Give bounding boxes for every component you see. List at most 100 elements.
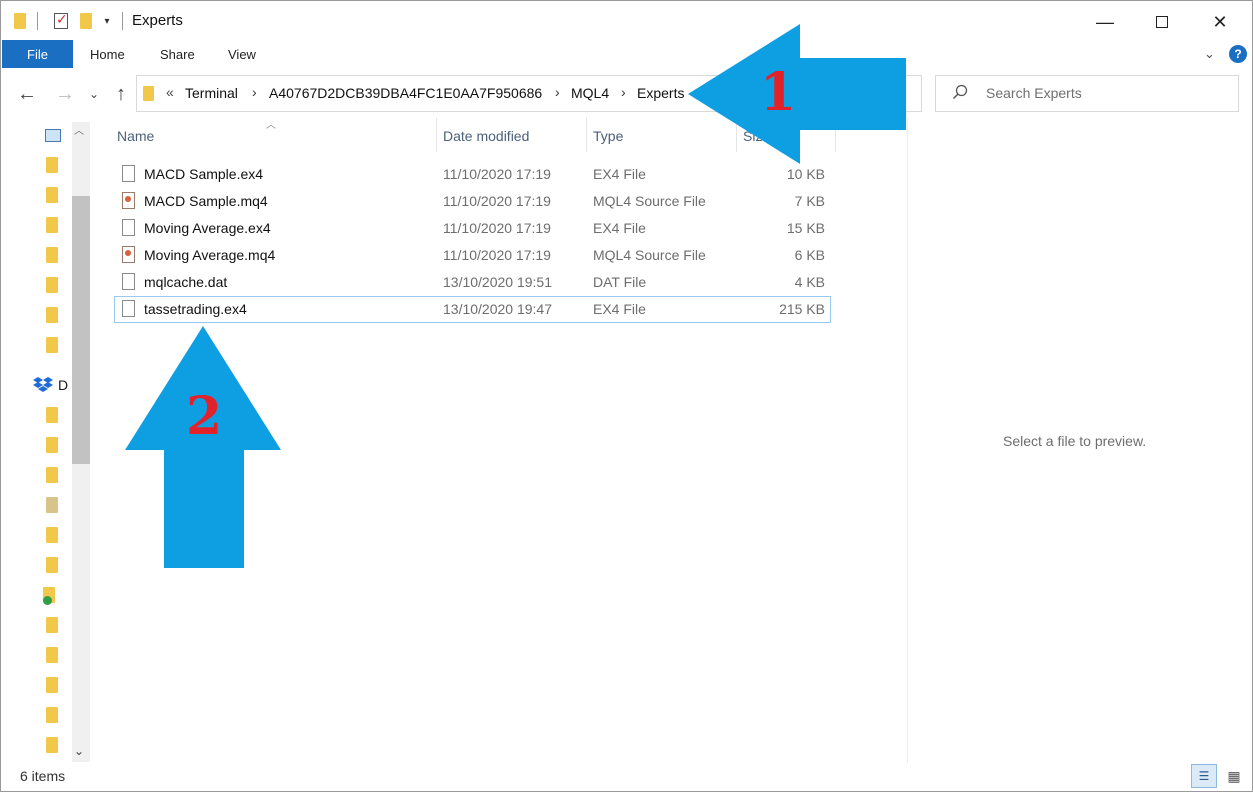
nav-shared-folder-icon[interactable] <box>46 557 58 573</box>
file-type: EX4 File <box>593 166 646 182</box>
scroll-down-icon[interactable]: ⌄ <box>74 744 84 758</box>
nav-folder-icon[interactable] <box>46 407 58 423</box>
scroll-up-icon[interactable]: ︿ <box>74 122 84 137</box>
file-row[interactable]: MACD Sample.ex4 11/10/2020 17:19 EX4 Fil… <box>114 161 831 188</box>
breadcrumb-terminal[interactable]: Terminal <box>185 85 238 101</box>
file-name: tassetrading.ex4 <box>144 301 247 317</box>
breadcrumb-chevron-icon[interactable]: › <box>252 84 257 100</box>
annotation-number-2: 2 <box>186 386 223 447</box>
column-divider[interactable] <box>586 118 587 152</box>
annotation-arrow-up <box>125 326 281 568</box>
file-size: 10 KB <box>786 166 825 182</box>
tab-view[interactable]: View <box>228 40 256 68</box>
large-icons-view-icon[interactable]: ▦ <box>1221 764 1247 788</box>
new-folder-icon[interactable] <box>78 11 94 31</box>
file-icon <box>122 273 135 290</box>
breadcrumb-terminal-id[interactable]: A40767D2DCB39DBA4FC1E0AA7F950686 <box>269 85 542 101</box>
file-icon <box>122 165 135 182</box>
nav-folder-icon[interactable] <box>46 157 58 173</box>
file-row[interactable]: MACD Sample.mq4 11/10/2020 17:19 MQL4 So… <box>114 188 831 215</box>
file-name: Moving Average.mq4 <box>144 247 276 263</box>
file-row[interactable]: Moving Average.ex4 11/10/2020 17:19 EX4 … <box>114 215 831 242</box>
file-name: MACD Sample.ex4 <box>144 166 264 182</box>
mq4-file-icon <box>122 246 135 263</box>
file-date: 13/10/2020 19:47 <box>443 301 552 317</box>
file-size: 4 KB <box>794 274 825 290</box>
file-size: 7 KB <box>794 193 825 209</box>
window-title: Experts <box>132 12 183 29</box>
breadcrumb-overflow[interactable]: « <box>166 84 174 100</box>
nav-user-folder-icon[interactable] <box>46 217 58 233</box>
status-item-count: 6 items <box>20 768 66 784</box>
file-icon <box>122 300 135 317</box>
nav-user-folder-icon[interactable] <box>46 337 58 353</box>
nav-user-folder-icon[interactable] <box>46 277 58 293</box>
nav-folder-icon[interactable] <box>46 737 58 753</box>
file-date: 11/10/2020 17:19 <box>443 166 551 182</box>
column-header-date-modified[interactable]: Date modified <box>443 128 529 144</box>
pictures-icon[interactable] <box>45 129 61 142</box>
close-button[interactable]: ✕ <box>1197 8 1243 36</box>
mq4-file-icon <box>122 192 135 209</box>
expand-ribbon-chevron-icon[interactable]: ⌄ <box>1204 46 1215 62</box>
column-header-type[interactable]: Type <box>593 128 623 144</box>
folder-icon <box>12 11 28 31</box>
preview-divider[interactable] <box>907 118 908 763</box>
forward-arrow-icon[interactable]: → <box>52 82 78 106</box>
tab-home[interactable]: Home <box>90 40 125 68</box>
search-input[interactable] <box>935 75 1239 112</box>
nav-media-folder-icon[interactable] <box>46 497 58 513</box>
file-size: 6 KB <box>794 247 825 263</box>
nav-folder-icon[interactable] <box>46 707 58 723</box>
file-row-selected[interactable]: tassetrading.ex4 13/10/2020 19:47 EX4 Fi… <box>114 296 831 323</box>
minimize-button[interactable]: — <box>1082 8 1128 36</box>
annotation-number-1: 1 <box>760 62 797 123</box>
nav-folder-icon[interactable] <box>46 187 58 203</box>
file-type: DAT File <box>593 274 647 290</box>
file-name: MACD Sample.mq4 <box>144 193 268 209</box>
nav-shared-folder-icon[interactable] <box>46 617 58 633</box>
file-name: Moving Average.ex4 <box>144 220 271 236</box>
folder-icon <box>143 86 154 101</box>
tab-file[interactable]: File <box>2 40 73 68</box>
divider <box>37 12 38 30</box>
file-date: 11/10/2020 17:19 <box>443 247 551 263</box>
breadcrumb-chevron-icon[interactable]: › <box>555 84 560 100</box>
file-size: 15 KB <box>786 220 825 236</box>
column-divider[interactable] <box>436 118 437 152</box>
column-header-name[interactable]: Name <box>117 128 154 144</box>
nav-folder-icon[interactable] <box>46 647 58 663</box>
properties-check-icon[interactable] <box>52 11 70 31</box>
nav-scrollbar-thumb[interactable] <box>72 196 90 464</box>
file-size: 215 KB <box>779 301 825 317</box>
nav-folder-icon[interactable] <box>46 527 58 543</box>
up-arrow-icon[interactable]: ↑ <box>110 82 132 106</box>
nav-user-folder-icon[interactable] <box>46 307 58 323</box>
nav-dropbox-label[interactable]: D <box>58 377 68 393</box>
help-icon[interactable]: ? <box>1229 45 1247 63</box>
file-date: 13/10/2020 19:51 <box>443 274 552 290</box>
nav-folder-icon[interactable] <box>46 437 58 453</box>
file-date: 11/10/2020 17:19 <box>443 220 551 236</box>
divider <box>122 12 123 30</box>
nav-folder-icon[interactable] <box>46 247 58 263</box>
customize-toolbar-chevron-icon[interactable]: ▾ <box>100 11 114 31</box>
file-row[interactable]: mqlcache.dat 13/10/2020 19:51 DAT File 4… <box>114 269 831 296</box>
breadcrumb-experts[interactable]: Experts <box>637 85 684 101</box>
recent-locations-chevron-icon[interactable]: ⌄ <box>86 82 102 106</box>
search-icon <box>952 84 968 100</box>
details-view-icon[interactable]: ☰ <box>1191 764 1217 788</box>
sort-ascending-icon: ︿ <box>266 120 276 131</box>
back-arrow-icon[interactable]: ← <box>14 82 40 106</box>
preview-message: Select a file to preview. <box>1003 433 1147 449</box>
nav-folder-icon[interactable] <box>46 677 58 693</box>
breadcrumb-mql4[interactable]: MQL4 <box>571 85 609 101</box>
nav-synced-folder-icon[interactable] <box>43 587 55 605</box>
nav-folder-icon[interactable] <box>46 467 58 483</box>
tab-share[interactable]: Share <box>160 40 195 68</box>
maximize-button[interactable] <box>1139 8 1185 36</box>
file-type: MQL4 Source File <box>593 193 706 209</box>
breadcrumb-chevron-icon[interactable]: › <box>621 84 626 100</box>
dropbox-icon[interactable] <box>33 377 53 393</box>
file-row[interactable]: Moving Average.mq4 11/10/2020 17:19 MQL4… <box>114 242 831 269</box>
